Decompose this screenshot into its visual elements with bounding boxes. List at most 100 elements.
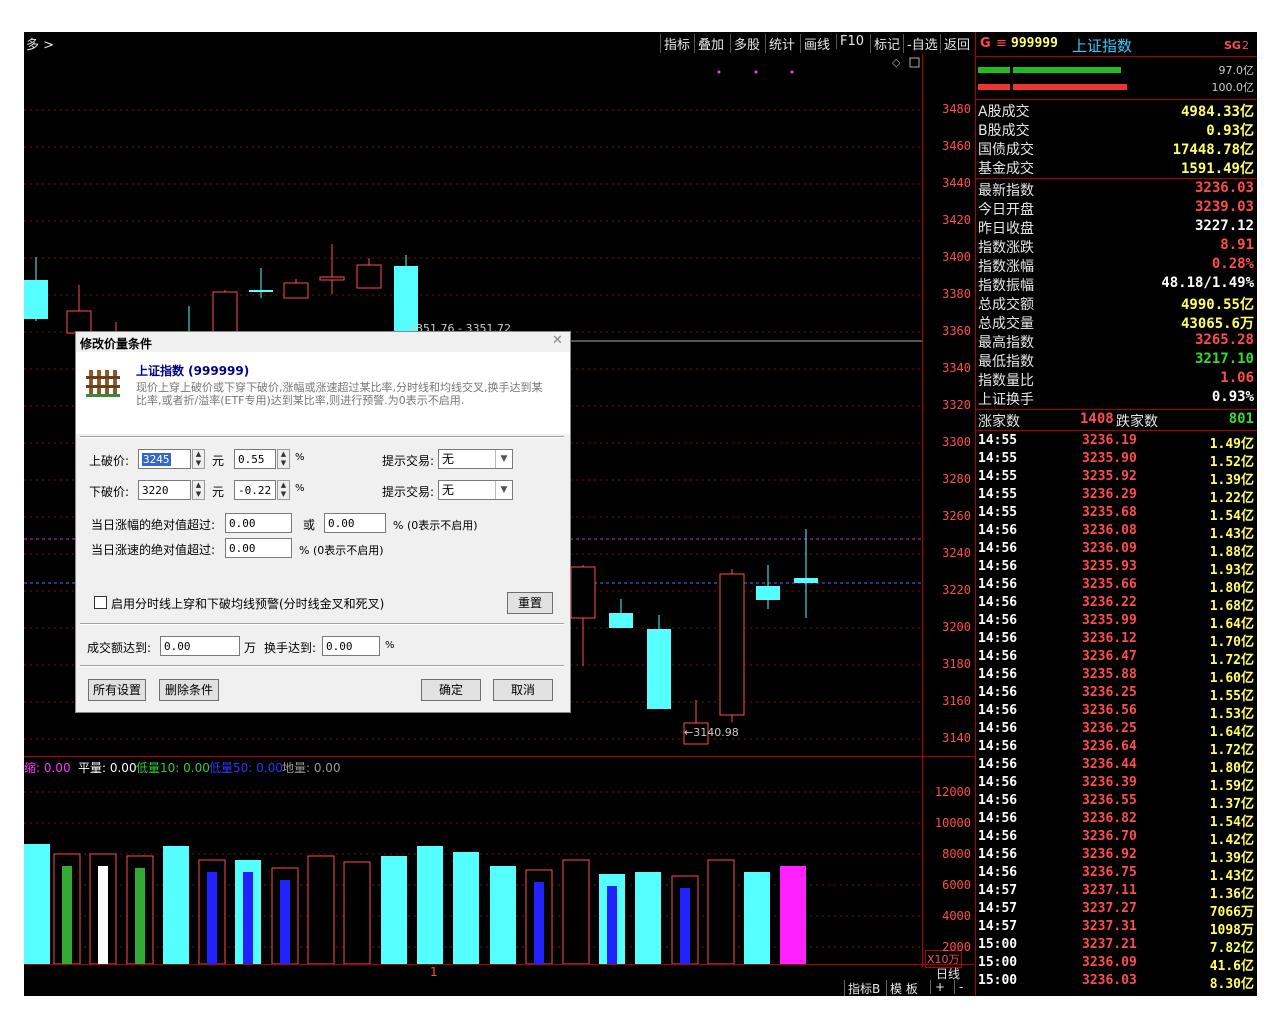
delete-condition-button[interactable]: 删除条件 (159, 679, 219, 701)
quote-row: 指数涨跌 8.91 (978, 237, 1254, 256)
quote-label: 最低指数 (978, 354, 1034, 370)
rise-threshold-label: 当日涨幅的绝对值超过: (91, 518, 216, 532)
tick-volume: 1.52亿 (1209, 455, 1254, 470)
ok-button[interactable]: 确定 (421, 679, 481, 701)
menu-icon[interactable]: ≡ (996, 36, 1007, 51)
breadcrumb[interactable]: 多 > (26, 34, 54, 53)
toolbar-multi-stock[interactable]: 多股 (730, 34, 763, 53)
chevron-down-icon[interactable]: ▼ (495, 450, 512, 468)
cross-alert-checkbox[interactable] (94, 596, 107, 609)
quote-value: 0.93亿 (1206, 123, 1254, 139)
quote-value: 17448.78亿 (1172, 142, 1254, 158)
dialog-description: 现价上穿上破价或下穿下破价,涨幅或涨速超过某比率,分时线和均线交叉,换手达到某比… (136, 381, 543, 407)
tab-template[interactable]: 模 板 (886, 980, 921, 996)
lower-pct-stepper[interactable]: ▲ ▼ (277, 480, 290, 500)
volume-chart[interactable] (24, 774, 922, 964)
toolbar-statistics[interactable]: 统计 (765, 34, 798, 53)
cancel-button[interactable]: 取消 (493, 679, 553, 701)
tick-time: 14:56 (978, 523, 1018, 538)
tick-price: 3236.22 (1082, 595, 1137, 610)
chevron-down-icon[interactable]: ▼ (495, 481, 512, 499)
quote-row: 国债成交 17448.78亿 (978, 139, 1254, 158)
tick-time: 14:56 (978, 559, 1018, 574)
low-volume-bar (98, 866, 108, 964)
rise-threshold-input-2[interactable]: 0.00 (324, 513, 386, 533)
signal-dot (754, 70, 758, 74)
volume-tick-label: 2000 (942, 940, 971, 954)
quote-value: 0.93% (1211, 389, 1254, 405)
candle-body (647, 629, 671, 709)
diamond-icon[interactable]: ◇ (892, 56, 901, 69)
tick-row: 14:56 3236.09 1.88亿 (978, 541, 1254, 560)
reset-button[interactable]: 重置 (507, 592, 553, 614)
tick-volume: 1.93亿 (1209, 563, 1254, 578)
upper-price-stepper[interactable]: ▲ ▼ (192, 449, 205, 469)
tick-volume: 1.80亿 (1209, 761, 1254, 776)
quote-value: 8.91 (1220, 237, 1254, 253)
quote-label: A股成交 (978, 104, 1030, 120)
hint-trade-select[interactable]: 无 ▼ (438, 449, 513, 469)
speed-threshold-input[interactable]: 0.00 (225, 538, 292, 558)
tab-indicator-b[interactable]: 指标B (844, 980, 883, 996)
toolbar-indicator[interactable]: 指标 (660, 34, 693, 53)
toolbar-watchlist[interactable]: -自选 (903, 34, 941, 53)
tick-list[interactable]: 14:55 3236.19 1.49亿 14:55 3235.90 1.52亿 14:55 3… (976, 431, 1257, 996)
turnover-input[interactable]: 0.00 (322, 636, 380, 656)
close-icon[interactable]: ✕ (552, 333, 563, 348)
dialog-title: 修改价量条件 (80, 337, 153, 351)
tick-price: 3235.68 (1082, 505, 1137, 520)
yuan-label: 元 (212, 454, 225, 468)
zoom-out-button[interactable]: - (954, 980, 967, 994)
tick-volume: 1.53亿 (1209, 707, 1254, 722)
volume-bar (490, 866, 516, 964)
toolbar-overlay[interactable]: 叠加 (694, 34, 727, 53)
upper-price-value: 3245 (142, 453, 171, 466)
price-tick-label: 3240 (942, 546, 971, 560)
dialog-security: 上证指数 (999999) (136, 364, 250, 378)
quote-label: 指数涨幅 (978, 259, 1034, 275)
quote-value: 1591.49亿 (1180, 161, 1254, 177)
toolbar-draw-line[interactable]: 画线 (800, 34, 833, 53)
price-tick-label: 3180 (942, 657, 971, 671)
security-name: 上证指数 (1072, 37, 1133, 55)
quote-value: 3217.10 (1194, 351, 1254, 367)
toolbar-mark[interactable]: 标记 (870, 34, 903, 53)
price-tick-label: 3360 (942, 324, 971, 338)
tick-time: 14:56 (978, 721, 1018, 736)
tick-row: 14:56 3236.70 1.42亿 (978, 829, 1254, 848)
tick-price: 3237.27 (1082, 901, 1137, 916)
lower-pct-input[interactable]: -0.22 (234, 480, 276, 500)
amount-label: 成交额达到: (87, 641, 152, 655)
rise-threshold-input[interactable]: 0.00 (225, 513, 292, 533)
tick-time: 14:56 (978, 631, 1018, 646)
tick-time: 14:56 (978, 649, 1018, 664)
lower-price-input[interactable]: 3220 (138, 480, 191, 500)
lower-price-stepper[interactable]: ▲ ▼ (192, 480, 205, 500)
panel-toggle-icon[interactable] (909, 57, 920, 68)
tick-time: 14:56 (978, 865, 1018, 880)
upper-pct-input[interactable]: 0.55 (234, 449, 276, 469)
upper-pct-stepper[interactable]: ▲ ▼ (277, 449, 290, 469)
separator (80, 623, 564, 625)
green-bar-segment (978, 67, 1010, 73)
tick-time: 14:56 (978, 703, 1018, 718)
hint-trade-select[interactable]: 无 ▼ (438, 480, 513, 500)
amount-input[interactable]: 0.00 (160, 636, 240, 656)
toolbar-back[interactable]: 返回 (940, 34, 973, 53)
signal-dot (790, 70, 794, 74)
toolbar-f10[interactable]: F10 (836, 34, 867, 49)
stats-section: 最新指数 3236.03 今日开盘 3239.03 昨日收盘 3227.12 指数涨跌 8.9… (976, 179, 1257, 410)
tick-price: 3236.08 (1082, 523, 1137, 538)
quote-row: 昨日收盘 3227.12 (978, 218, 1254, 237)
quote-row: B股成交 0.93亿 (978, 120, 1254, 139)
tick-volume: 1.72亿 (1209, 653, 1254, 668)
dialog-titlebar: 修改价量条件 ✕ (76, 332, 570, 352)
price-tick-label: 3220 (942, 583, 971, 597)
tick-time: 14:55 (978, 505, 1018, 520)
price-tick-label: 3280 (942, 472, 971, 486)
all-settings-button[interactable]: 所有设置 (88, 679, 146, 701)
price-tick-label: 3140 (942, 731, 971, 745)
tick-volume: 8.30亿 (1209, 977, 1254, 992)
zoom-in-button[interactable]: + (930, 980, 949, 994)
upper-price-input[interactable]: 3245 (138, 449, 191, 469)
